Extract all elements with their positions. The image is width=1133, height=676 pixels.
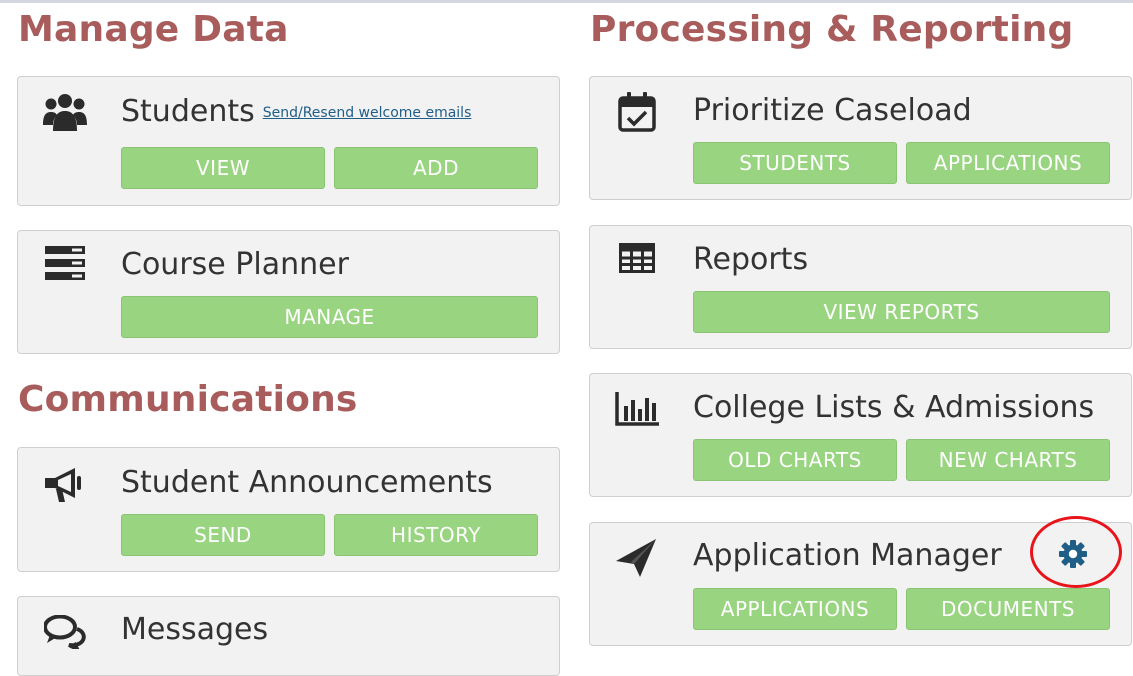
announcements-history-button[interactable]: HISTORY [334, 514, 538, 556]
caseload-students-button[interactable]: STUDENTS [693, 142, 897, 184]
paper-plane-icon [614, 537, 660, 583]
students-title-text: Students [121, 94, 255, 129]
calendar-check-icon [614, 92, 660, 138]
announcements-send-button[interactable]: SEND [121, 514, 325, 556]
manager-documents-button[interactable]: DOCUMENTS [906, 588, 1110, 630]
top-divider [0, 0, 1133, 3]
college-lists-title: College Lists & Admissions [693, 390, 1095, 425]
application-manager-title: Application Manager [693, 538, 1002, 573]
users-icon [42, 93, 88, 139]
college-lists-card: College Lists & Admissions OLD CHARTS NE… [589, 373, 1132, 497]
students-view-button[interactable]: VIEW [121, 147, 325, 189]
prioritize-caseload-card: Prioritize Caseload STUDENTS APPLICATION… [589, 76, 1132, 200]
student-announcements-card: Student Announcements SEND HISTORY [17, 447, 560, 572]
caseload-applications-button[interactable]: APPLICATIONS [906, 142, 1110, 184]
old-charts-button[interactable]: OLD CHARTS [693, 439, 897, 481]
course-planner-manage-button[interactable]: MANAGE [121, 296, 538, 338]
students-card: Students Send/Resend welcome emails VIEW … [17, 76, 560, 206]
gear-icon[interactable] [1059, 540, 1087, 572]
chat-bubbles-icon [42, 615, 88, 661]
reports-title: Reports [693, 242, 809, 277]
server-list-icon [42, 246, 88, 292]
table-icon [614, 243, 660, 289]
reports-card: Reports VIEW REPORTS [589, 225, 1132, 349]
manager-applications-button[interactable]: APPLICATIONS [693, 588, 897, 630]
students-title: Students Send/Resend welcome emails [121, 94, 471, 131]
section-title-manage-data: Manage Data [18, 9, 289, 50]
view-reports-button[interactable]: VIEW REPORTS [693, 291, 1110, 333]
messages-card: Messages [17, 596, 560, 676]
megaphone-icon [42, 468, 88, 514]
messages-title: Messages [121, 612, 269, 647]
course-planner-card: Course Planner MANAGE [17, 230, 560, 354]
prioritize-caseload-title: Prioritize Caseload [693, 93, 972, 128]
new-charts-button[interactable]: NEW CHARTS [906, 439, 1110, 481]
send-welcome-emails-link[interactable]: Send/Resend welcome emails [263, 105, 472, 121]
student-announcements-title: Student Announcements [121, 465, 493, 500]
section-title-communications: Communications [18, 379, 358, 420]
students-add-button[interactable]: ADD [334, 147, 538, 189]
section-title-processing-reporting: Processing & Reporting [590, 9, 1074, 50]
bar-chart-icon [614, 392, 660, 438]
course-planner-title: Course Planner [121, 247, 349, 282]
